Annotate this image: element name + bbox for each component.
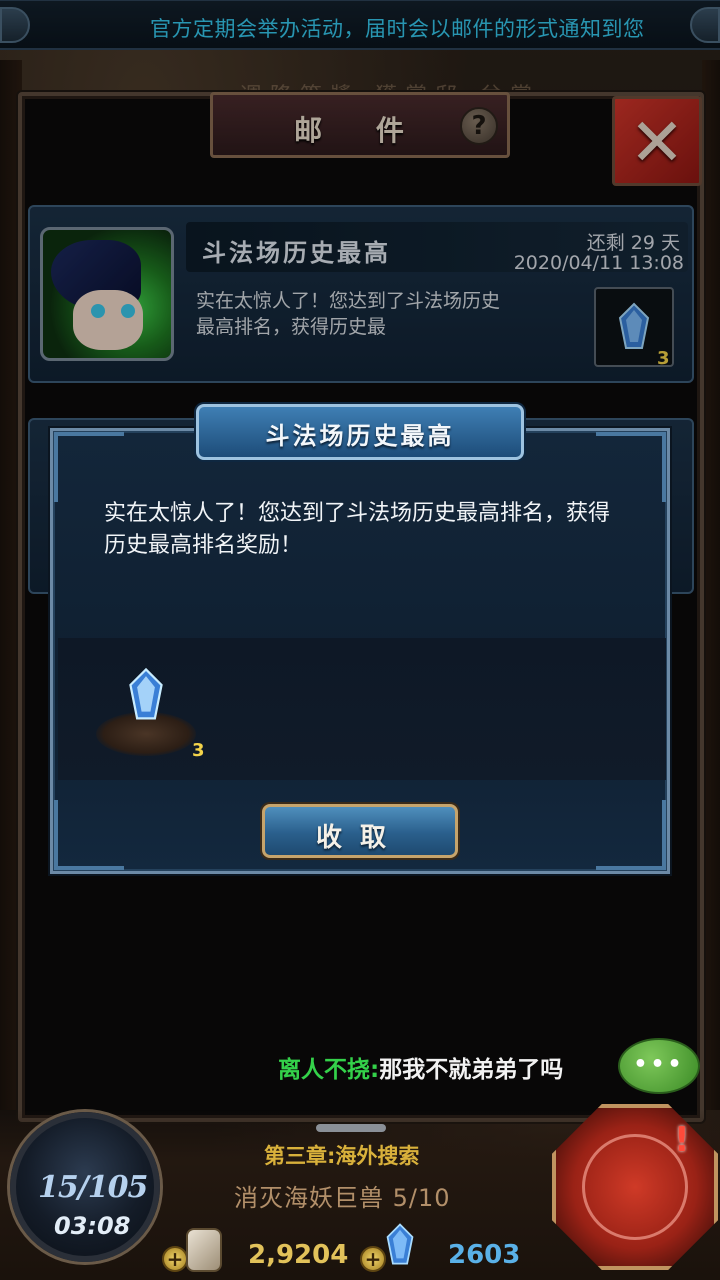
dialog-corner-ornament xyxy=(54,432,124,502)
coin-balance: 2,9204 xyxy=(248,1240,349,1270)
gem-icon xyxy=(384,1222,416,1268)
claim-button-label: 收取 xyxy=(315,823,404,853)
quest-handle[interactable] xyxy=(316,1124,386,1132)
dialog-corner-ornament xyxy=(596,800,666,870)
add-coins-button[interactable]: + xyxy=(162,1246,188,1272)
add-gems-button[interactable]: + xyxy=(360,1246,386,1272)
dialog-corner-ornament xyxy=(596,432,666,502)
blue-crystal-icon[interactable] xyxy=(126,666,166,724)
stage-time: 03:08 xyxy=(54,1212,131,1240)
dialog-corner-ornament xyxy=(54,800,124,870)
quest-chapter[interactable]: 第三章:海外搜索 xyxy=(264,1140,419,1170)
chat-message[interactable]: 离人不挠:那我不就弟弟了吗 xyxy=(278,1050,563,1084)
chat-bubble-dots: ••• xyxy=(633,1052,685,1077)
dialog-title: 斗法场历史最高 xyxy=(265,421,455,450)
claim-button[interactable]: 收取 xyxy=(262,804,458,858)
chat-message-text: 那我不就弟弟了吗 xyxy=(379,1057,564,1083)
chat-bubble-icon[interactable]: ••• xyxy=(618,1038,700,1094)
stage-progress: 15/105 xyxy=(38,1170,148,1205)
alert-icon: ! xyxy=(674,1120,690,1160)
gem-balance: 2603 xyxy=(448,1240,521,1270)
compass-rune-ring xyxy=(582,1134,688,1240)
coin-icon xyxy=(186,1228,222,1272)
reward-count: 3 xyxy=(192,740,205,761)
dialog-body-text: 实在太惊人了！您达到了斗法场历史最高排名，获得历史最高排名奖励！ xyxy=(104,501,611,558)
quest-task[interactable]: 消灭海妖巨兽 5/10 xyxy=(234,1178,451,1213)
chat-sender-name: 离人不挠: xyxy=(278,1057,380,1083)
